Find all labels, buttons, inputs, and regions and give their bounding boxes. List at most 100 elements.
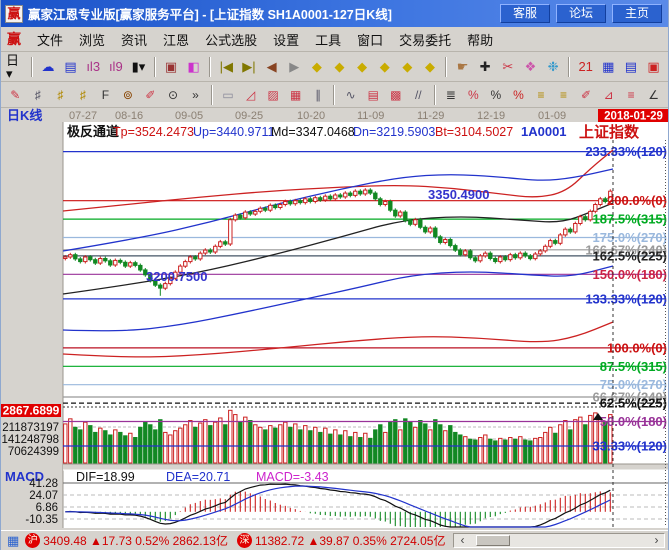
menu-item-gann[interactable]: 江恩 <box>155 28 197 51</box>
candle-body <box>234 215 237 220</box>
pattern-brain-icon[interactable]: ❉ <box>543 56 564 78</box>
fib-grid-icon[interactable]: F <box>95 85 116 105</box>
homepage-button[interactable]: 主页 <box>612 4 662 23</box>
macd-value: MACD=-3.43 <box>256 470 329 484</box>
flag-mark-icon[interactable]: ❖ <box>520 56 541 78</box>
price-scale-icon[interactable]: ≣ <box>441 85 462 105</box>
parallel-channel-icon[interactable]: // <box>408 85 429 105</box>
matrix-box-2-icon[interactable]: ▩ <box>386 85 407 105</box>
scroll-left-arrow[interactable]: ‹ <box>454 534 470 547</box>
diamond-expand-all-icon[interactable]: ◆ <box>397 56 418 78</box>
pan-hand-icon[interactable]: ☛ <box>452 56 473 78</box>
percent-retrace-icon[interactable]: % <box>463 85 484 105</box>
volume-bar <box>509 438 512 463</box>
goto-first-bar-icon[interactable]: |◀ <box>216 56 237 78</box>
volume-bar <box>524 440 527 463</box>
slant-lines-icon[interactable]: ∥ <box>308 85 329 105</box>
menu-item-view[interactable]: 浏览 <box>71 28 113 51</box>
candle-body <box>84 257 87 262</box>
volume-scale-label: 70624399 <box>8 446 59 458</box>
diamond-cross-icon[interactable]: ◆ <box>374 56 395 78</box>
color-pattern-icon[interactable]: ◧ <box>183 56 204 78</box>
forum-button[interactable]: 论坛 <box>556 4 606 23</box>
ruler-pen-icon[interactable]: ✐ <box>140 85 161 105</box>
volume-bar <box>164 432 167 463</box>
draw-brush-icon[interactable]: ✎ <box>5 85 26 105</box>
horizontal-scrollbar[interactable]: ‹ › <box>453 533 665 548</box>
prev-bar-icon[interactable]: ◀ <box>261 56 282 78</box>
golden-circle-icon[interactable]: ≡ <box>531 85 552 105</box>
box-select-icon[interactable]: ▭ <box>218 85 239 105</box>
volume-bar <box>199 423 202 463</box>
data-table-icon[interactable]: ▦ <box>7 533 19 549</box>
price-pen-icon[interactable]: ✐ <box>576 85 597 105</box>
price-annotation: 3350.4900 <box>428 187 489 202</box>
volume-bar <box>474 440 477 463</box>
diamond-anchor-icon[interactable]: ◆ <box>420 56 441 78</box>
wave-tool-icon[interactable]: ∿ <box>340 85 361 105</box>
menu-item-info[interactable]: 资讯 <box>113 28 155 51</box>
candle-body <box>94 260 97 263</box>
volume-bar <box>489 439 492 463</box>
scroll-right-arrow[interactable]: › <box>648 534 664 547</box>
minute-chart-3-icon[interactable]: ıl3 <box>83 56 104 78</box>
gann-diamond-icon[interactable]: ◆ <box>307 56 328 78</box>
shenzhen-index-icon[interactable]: 深 <box>237 533 252 548</box>
volume-bar <box>294 424 297 463</box>
macd-scale-label: -10.35 <box>25 514 58 526</box>
more-tools-icon[interactable]: » <box>185 85 206 105</box>
calendar-icon[interactable]: 21 <box>575 56 596 78</box>
candle-body <box>259 208 262 211</box>
shenzhen-index-quote[interactable]: 11382.72 ▲39.87 0.35% 2724.05亿 <box>255 532 445 549</box>
golden-red-icon[interactable]: ≡ <box>621 85 642 105</box>
menu-item-file[interactable]: 文件 <box>29 28 71 51</box>
volume-bar <box>229 410 232 463</box>
goto-last-bar-icon[interactable]: ▶| <box>239 56 260 78</box>
shanghai-index-icon[interactable]: 沪 <box>25 533 40 548</box>
hatch-box-icon[interactable]: ▨ <box>263 85 284 105</box>
next-bar-icon[interactable]: ▶ <box>284 56 305 78</box>
golden-section-icon[interactable]: ≡ <box>553 85 574 105</box>
candle-body <box>409 221 412 225</box>
customer-service-button[interactable]: 客服 <box>500 4 550 23</box>
golden-grid-up-icon[interactable]: ♯ <box>50 85 71 105</box>
angle-line-icon[interactable]: ∠ <box>643 85 664 105</box>
measure-cut-icon[interactable]: ✂ <box>498 56 519 78</box>
menu-item-formula-stock-pick[interactable]: 公式选股 <box>197 28 265 51</box>
volume-scale-label: 141248798 <box>1 434 59 446</box>
kline-chart[interactable]: 07-2708-1609-0509-2510-2011-0911-2912-19… <box>1 108 669 530</box>
candle-style-icon[interactable]: ▮▾ <box>128 56 149 78</box>
gann-fan-icon[interactable]: ◿ <box>240 85 261 105</box>
angle-fan-icon[interactable]: ⊿ <box>598 85 619 105</box>
menu-item-tools[interactable]: 工具 <box>307 28 349 51</box>
pattern-search-icon[interactable]: ▣ <box>161 56 182 78</box>
spiral-icon[interactable]: ⊚ <box>118 85 139 105</box>
minute-chart-9-icon[interactable]: ıl9 <box>106 56 127 78</box>
crosshair-icon[interactable]: ✚ <box>475 56 496 78</box>
screen-overview-icon[interactable]: ☁ <box>38 56 59 78</box>
volume-bar <box>559 425 562 463</box>
volume-bar <box>379 425 382 463</box>
matrix-box-icon[interactable]: ▤ <box>363 85 384 105</box>
menu-item-settings[interactable]: 设置 <box>265 28 307 51</box>
info-document-icon[interactable]: ▤ <box>60 56 81 78</box>
shanghai-index-quote[interactable]: 3409.48 ▲17.73 0.52% 2862.13亿 <box>43 532 228 549</box>
gann-grid-icon[interactable]: ♯ <box>28 85 49 105</box>
golden-grid-down-icon[interactable]: ♯ <box>73 85 94 105</box>
time-cycle-icon[interactable]: ⊙ <box>163 85 184 105</box>
save-icon[interactable]: ▣ <box>643 56 664 78</box>
grid-box-icon[interactable]: ▦ <box>285 85 306 105</box>
percent-tool-icon[interactable]: % <box>486 85 507 105</box>
menu-item-trade-order[interactable]: 交易委托 <box>391 28 459 51</box>
diamond-expand-h-icon[interactable]: ◆ <box>352 56 373 78</box>
percent-red-icon[interactable]: % <box>508 85 529 105</box>
scrollbar-thumb[interactable] <box>476 535 510 546</box>
period-selector-icon[interactable]: 日▾ <box>5 56 26 78</box>
menu-item-help[interactable]: 帮助 <box>459 28 501 51</box>
calculator-icon[interactable]: ▦ <box>598 56 619 78</box>
notepad-icon[interactable]: ▤ <box>621 56 642 78</box>
toolbar-separator <box>568 57 570 77</box>
menu-item-window[interactable]: 窗口 <box>349 28 391 51</box>
channel-up: Up=3440.9711 <box>193 125 274 139</box>
diamond-expand-right-icon[interactable]: ◆ <box>329 56 350 78</box>
